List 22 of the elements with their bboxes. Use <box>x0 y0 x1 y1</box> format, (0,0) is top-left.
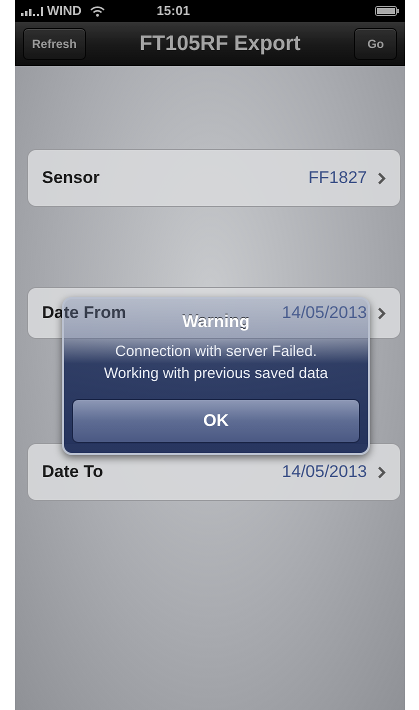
chevron-icon <box>377 172 386 184</box>
chevron-icon <box>377 466 386 478</box>
row-value: 14/05/2013 <box>282 461 367 484</box>
status-time: 15:01 <box>156 2 190 20</box>
row-value: 14/05/2013 <box>282 302 367 324</box>
carrier-name: WIND <box>47 2 82 20</box>
alert-title: Warning <box>182 311 250 333</box>
row-label: Date From <box>42 302 126 324</box>
go-button[interactable]: Go <box>354 28 397 60</box>
signal-icon <box>21 6 43 16</box>
row-label: Date To <box>42 461 104 484</box>
refresh-button[interactable]: Refresh <box>23 28 86 60</box>
wifi-icon <box>90 6 105 16</box>
settings-row[interactable]: Date To 14/05/2013 <box>27 443 401 501</box>
battery-icon <box>375 6 399 16</box>
settings-row[interactable]: Sensor FF1827 <box>27 149 401 207</box>
row-label: Sensor <box>42 167 100 190</box>
screen-title: FT105RF Export <box>139 30 301 57</box>
chevron-icon <box>377 306 386 320</box>
alert-message: Connection with server Failed. Working with previous saved data <box>102 342 329 384</box>
ok-button[interactable]: OK <box>72 398 360 442</box>
row-value: FF1827 <box>308 167 367 190</box>
